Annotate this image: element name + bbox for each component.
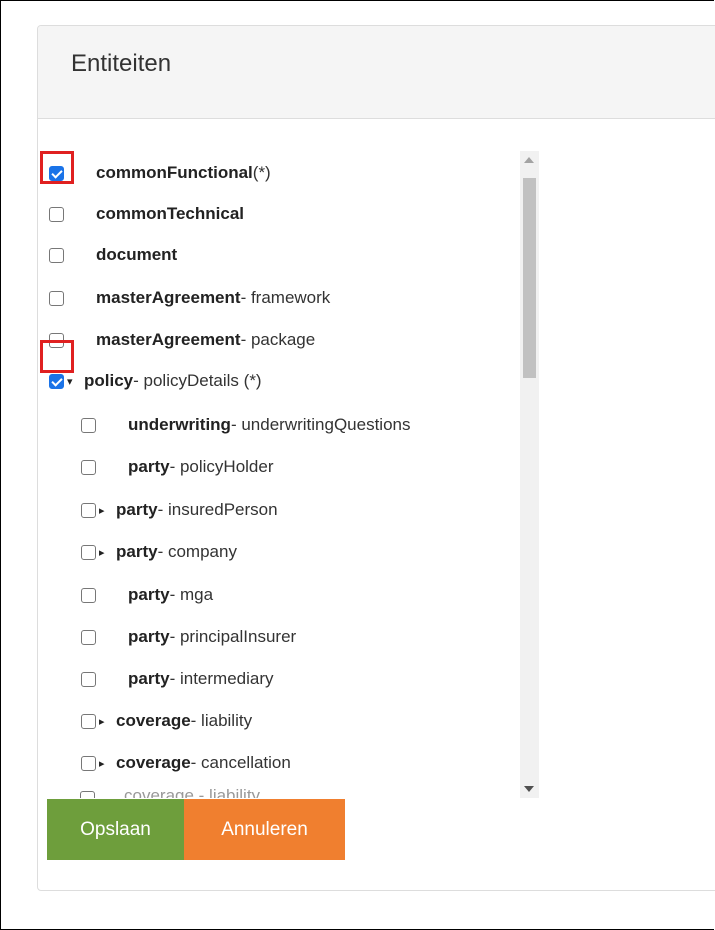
expand-arrow-icon[interactable]: ▸ <box>99 504 110 517</box>
entity-suffix: - principalInsurer <box>169 627 297 646</box>
checkbox[interactable] <box>81 544 96 560</box>
entity-name: commonTechnical <box>96 204 244 223</box>
list-item[interactable]: masterAgreement - package <box>49 325 315 355</box>
cancel-button[interactable]: Annuleren <box>184 799 345 860</box>
expand-arrow-icon[interactable]: ▸ <box>99 715 110 728</box>
entity-name: party <box>128 627 170 646</box>
entity-suffix: - policyDetails (*) <box>133 371 262 390</box>
list-item[interactable]: document <box>49 240 177 270</box>
list-item[interactable]: commonTechnical <box>49 199 244 229</box>
entity-suffix: - intermediary <box>169 669 274 688</box>
scrollbar-thumb[interactable] <box>523 178 536 378</box>
entity-name: document <box>96 245 178 264</box>
checkbox[interactable] <box>81 417 96 433</box>
expand-arrow-icon[interactable]: ▸ <box>99 546 110 559</box>
entity-name: party <box>116 542 158 561</box>
checkbox[interactable] <box>49 373 64 389</box>
list-item[interactable]: masterAgreement - framework <box>49 283 330 313</box>
entity-name: masterAgreement <box>96 330 241 349</box>
entity-suffix: - package <box>240 330 316 349</box>
list-item[interactable]: ▸ party - company <box>81 537 237 567</box>
entity-suffix: - framework <box>240 288 331 307</box>
entity-suffix: - underwritingQuestions <box>230 415 411 434</box>
checkbox[interactable] <box>49 247 64 263</box>
scroll-down-arrow-icon[interactable] <box>524 786 534 792</box>
entity-name: policy <box>84 371 134 390</box>
entity-name: coverage <box>116 711 191 730</box>
entity-suffix: - mga <box>169 585 214 604</box>
entity-name: underwriting <box>128 415 231 434</box>
entity-name: party <box>128 457 170 476</box>
checkbox[interactable] <box>81 755 96 771</box>
checkbox[interactable] <box>49 165 64 181</box>
entity-name: coverage <box>116 753 191 772</box>
list-item[interactable]: party - intermediary <box>81 664 274 694</box>
list-item[interactable]: party - principalInsurer <box>81 622 296 652</box>
checkbox[interactable] <box>81 587 96 603</box>
entity-suffix: (*) <box>252 163 271 182</box>
collapse-arrow-icon[interactable]: ▾ <box>67 375 78 388</box>
save-button[interactable]: Opslaan <box>47 799 184 860</box>
entity-name: masterAgreement <box>96 288 241 307</box>
entity-name: commonFunctional <box>96 163 253 182</box>
entity-name: party <box>128 585 170 604</box>
checkbox[interactable] <box>49 290 64 306</box>
entity-suffix: - liability <box>190 711 253 730</box>
checkbox[interactable] <box>81 502 96 518</box>
list-item[interactable]: ▸ coverage - liability <box>81 706 252 736</box>
list-item[interactable]: commonFunctional (*) <box>49 158 271 188</box>
checkbox[interactable] <box>49 206 64 222</box>
panel-heading: Entiteiten <box>38 26 715 119</box>
entity-suffix: - insuredPerson <box>157 500 278 519</box>
entity-name: party <box>128 669 170 688</box>
scroll-up-arrow-icon[interactable] <box>524 157 534 163</box>
list-item[interactable]: ▸ party - insuredPerson <box>81 495 278 525</box>
entity-suffix: - company <box>157 542 237 561</box>
checkbox[interactable] <box>81 629 96 645</box>
entity-suffix: - policyHolder <box>169 457 274 476</box>
checkbox[interactable] <box>81 459 96 475</box>
checkbox[interactable] <box>81 671 96 687</box>
list-item[interactable]: ▸ coverage - cancellation <box>81 748 291 778</box>
list-item[interactable]: underwriting - underwritingQuestions <box>81 410 410 440</box>
expand-arrow-icon[interactable]: ▸ <box>99 757 110 770</box>
panel-title: Entiteiten <box>71 50 172 77</box>
list-item[interactable]: party - policyHolder <box>81 452 274 482</box>
list-item[interactable]: party - mga <box>81 580 213 610</box>
entity-suffix: - cancellation <box>190 753 291 772</box>
checkbox[interactable] <box>49 332 64 348</box>
checkbox[interactable] <box>81 713 96 729</box>
list-item[interactable]: ▾ policy - policyDetails (*) <box>49 366 262 396</box>
entity-name: party <box>116 500 158 519</box>
vertical-scrollbar[interactable] <box>520 151 539 798</box>
